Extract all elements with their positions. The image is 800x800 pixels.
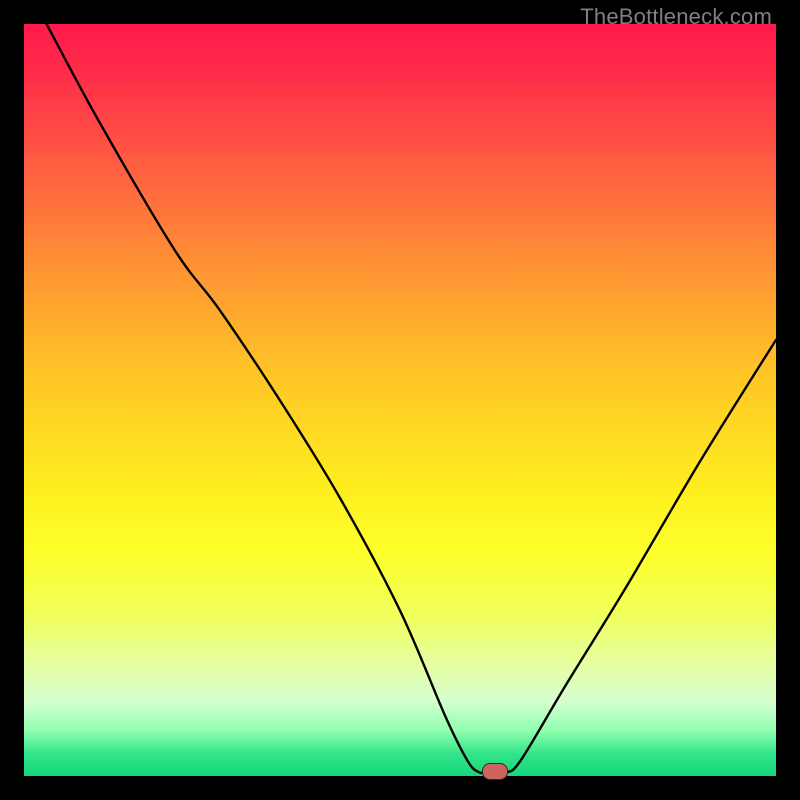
- chart-frame: TheBottleneck.com: [0, 0, 800, 800]
- curve-svg: [24, 24, 776, 776]
- optimal-point-marker: [482, 763, 508, 780]
- bottleneck-curve: [47, 24, 776, 773]
- plot-area: [24, 24, 776, 776]
- watermark-text: TheBottleneck.com: [580, 4, 772, 30]
